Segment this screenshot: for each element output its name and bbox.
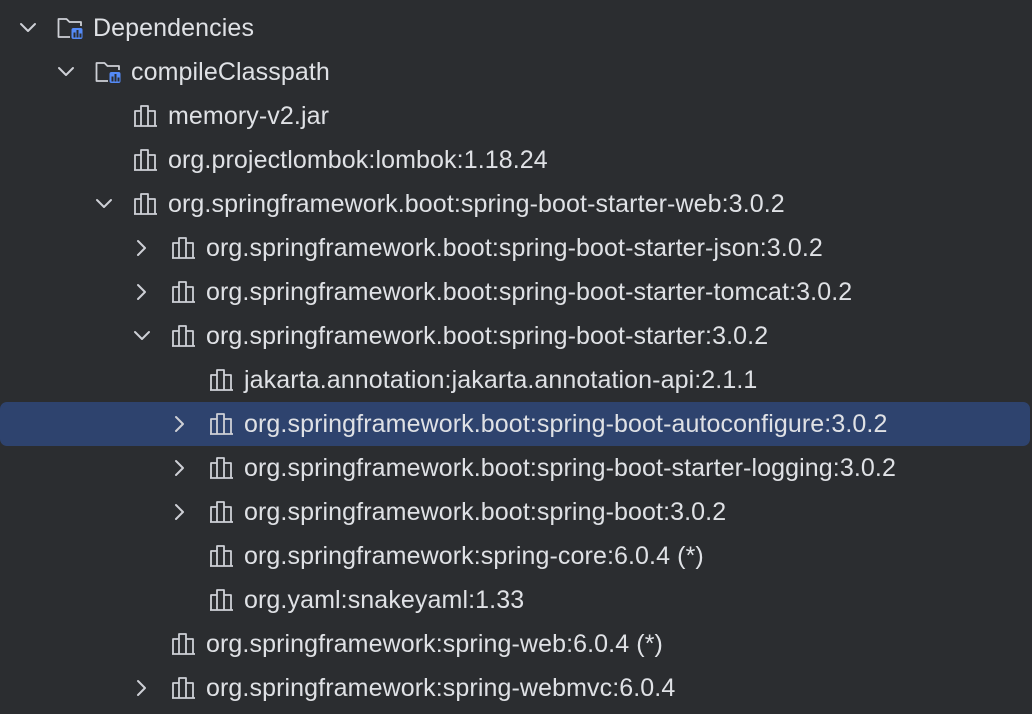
dependency-tree: Dependencies compileClasspath memory-v2.… <box>0 0 1032 714</box>
tree-row-library[interactable]: memory-v2.jar <box>0 94 1032 138</box>
tree-row-dependencies[interactable]: Dependencies <box>0 6 1032 50</box>
chevron-right-icon[interactable] <box>171 459 189 477</box>
library-icon <box>170 278 198 306</box>
tree-node-label: org.springframework.boot:spring-boot-sta… <box>244 454 896 482</box>
chevron-down-icon[interactable] <box>19 19 37 37</box>
tree-node-label: org.springframework.boot:spring-boot-aut… <box>244 410 888 438</box>
tree-node-label: org.projectlombok:lombok:1.18.24 <box>168 146 548 174</box>
tree-row-library[interactable]: org.springframework:spring-webmvc:6.0.4 <box>0 666 1032 710</box>
tree-row-library[interactable]: org.springframework.boot:spring-boot-sta… <box>0 270 1032 314</box>
tree-row-library[interactable]: org.springframework:spring-web:6.0.4 (*) <box>0 622 1032 666</box>
tree-node-label: org.springframework:spring-core:6.0.4 (*… <box>244 542 704 570</box>
tree-node-label: org.springframework.boot:spring-boot-sta… <box>206 234 823 262</box>
library-icon <box>170 630 198 658</box>
chevron-down-icon[interactable] <box>133 327 151 345</box>
library-icon <box>170 322 198 350</box>
tree-row-library[interactable]: org.yaml:snakeyaml:1.33 <box>0 578 1032 622</box>
chevron-right-icon[interactable] <box>133 679 151 697</box>
tree-node-label: Dependencies <box>93 14 255 42</box>
tree-row-library[interactable]: jakarta.annotation:jakarta.annotation-ap… <box>0 358 1032 402</box>
library-icon <box>208 410 236 438</box>
chevron-right-icon[interactable] <box>133 283 151 301</box>
tree-node-label: org.springframework:spring-webmvc:6.0.4 <box>206 674 676 702</box>
chevron-right-icon[interactable] <box>133 239 151 257</box>
library-icon <box>132 146 160 174</box>
library-icon <box>208 454 236 482</box>
tree-node-label: compileClasspath <box>131 58 330 86</box>
dependencies-folder-icon <box>56 14 84 42</box>
tree-row-library[interactable]: org.springframework.boot:spring-boot-sta… <box>0 182 1032 226</box>
tree-row-library[interactable]: org.springframework:spring-core:6.0.4 (*… <box>0 534 1032 578</box>
library-icon <box>208 366 236 394</box>
tree-node-label: org.springframework:spring-web:6.0.4 (*) <box>206 630 663 658</box>
tree-node-label: org.springframework.boot:spring-boot-sta… <box>206 322 769 350</box>
tree-row-library[interactable]: org.springframework.boot:spring-boot-sta… <box>0 446 1032 490</box>
library-icon <box>170 234 198 262</box>
chevron-right-icon[interactable] <box>171 503 189 521</box>
library-icon <box>208 586 236 614</box>
tree-row-library-selected[interactable]: org.springframework.boot:spring-boot-aut… <box>0 402 1032 446</box>
tree-row-compile-classpath[interactable]: compileClasspath <box>0 50 1032 94</box>
tree-row-library[interactable]: org.springframework.boot:spring-boot-sta… <box>0 226 1032 270</box>
tree-row-library[interactable]: org.springframework.boot:spring-boot:3.0… <box>0 490 1032 534</box>
tree-node-label: org.springframework.boot:spring-boot-sta… <box>206 278 853 306</box>
tree-node-label: org.springframework.boot:spring-boot-sta… <box>168 190 785 218</box>
tree-row-library[interactable]: org.projectlombok:lombok:1.18.24 <box>0 138 1032 182</box>
tree-node-label: org.yaml:snakeyaml:1.33 <box>244 586 525 614</box>
configuration-folder-icon <box>94 58 122 86</box>
chevron-down-icon[interactable] <box>95 195 113 213</box>
library-icon <box>132 102 160 130</box>
tree-node-label: memory-v2.jar <box>168 102 330 130</box>
library-icon <box>170 674 198 702</box>
chevron-down-icon[interactable] <box>57 63 75 81</box>
tree-row-library[interactable]: org.springframework.boot:spring-boot-sta… <box>0 314 1032 358</box>
chevron-right-icon[interactable] <box>171 415 189 433</box>
tree-node-label: org.springframework.boot:spring-boot:3.0… <box>244 498 727 526</box>
tree-node-label: jakarta.annotation:jakarta.annotation-ap… <box>244 366 758 394</box>
library-icon <box>208 498 236 526</box>
library-icon <box>132 190 160 218</box>
library-icon <box>208 542 236 570</box>
